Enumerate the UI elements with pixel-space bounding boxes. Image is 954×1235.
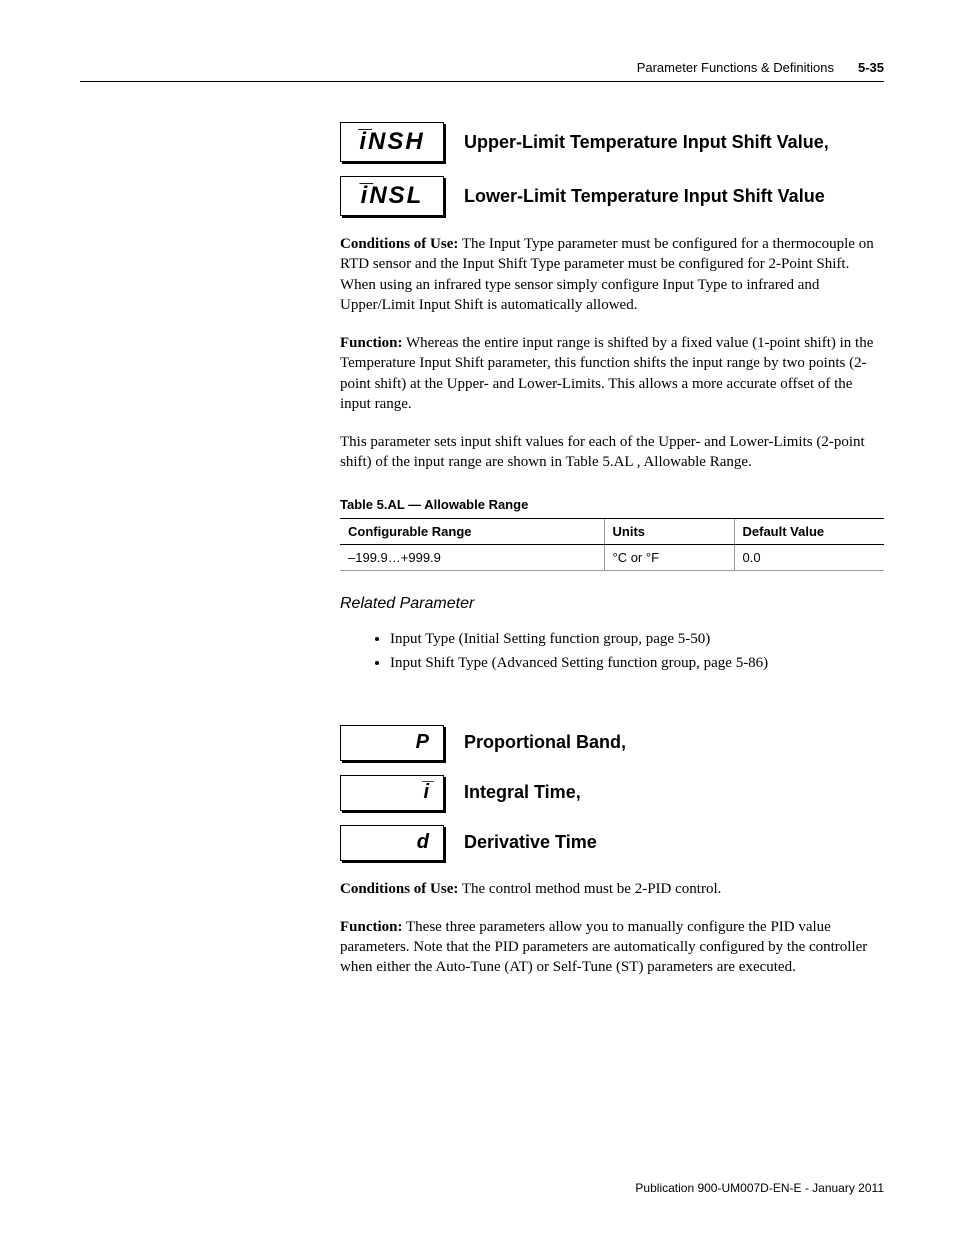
- param-insl-row: i̅NSL Lower-Limit Temperature Input Shif…: [340, 176, 884, 216]
- function-text-2: Function: These three parameters allow y…: [340, 917, 884, 978]
- display-box-i: i̅: [340, 775, 444, 811]
- param-p-row: P Proportional Band,: [340, 725, 884, 761]
- related-parameter-heading: Related Parameter: [340, 595, 884, 613]
- param-title-upper: Upper-Limit Temperature Input Shift Valu…: [464, 132, 829, 153]
- function-text-1: Function: Whereas the entire input range…: [340, 333, 884, 414]
- display-box-insl: i̅NSL: [340, 176, 444, 216]
- param-d-row: d Derivative Time: [340, 825, 884, 861]
- table-caption: Table 5.AL — Allowable Range: [340, 497, 884, 512]
- th-configurable-range: Configurable Range: [340, 518, 604, 544]
- param-title-integral: Integral Time,: [464, 782, 581, 803]
- table-row: –199.9…+999.9 °C or °F 0.0: [340, 544, 884, 570]
- header-section: Parameter Functions & Definitions: [637, 60, 834, 75]
- extra-text-1: This parameter sets input shift values f…: [340, 432, 884, 473]
- param-title-proportional: Proportional Band,: [464, 732, 626, 753]
- conditions-of-use-2: Conditions of Use: The control method mu…: [340, 879, 884, 899]
- page-header: Parameter Functions & Definitions 5-35: [80, 60, 884, 82]
- display-box-d: d: [340, 825, 444, 861]
- list-item: Input Type (Initial Setting function gro…: [390, 627, 884, 651]
- param-i-row: i̅ Integral Time,: [340, 775, 884, 811]
- param-title-derivative: Derivative Time: [464, 832, 597, 853]
- allowable-range-table: Configurable Range Units Default Value –…: [340, 518, 884, 571]
- th-default-value: Default Value: [734, 518, 884, 544]
- page-number: 5-35: [858, 60, 884, 75]
- footer-publication: Publication 900-UM007D-EN-E - January 20…: [635, 1181, 884, 1195]
- related-list: Input Type (Initial Setting function gro…: [390, 627, 884, 675]
- display-box-insh: i̅NSH: [340, 122, 444, 162]
- th-units: Units: [604, 518, 734, 544]
- param-insh-row: i̅NSH Upper-Limit Temperature Input Shif…: [340, 122, 884, 162]
- param-title-lower: Lower-Limit Temperature Input Shift Valu…: [464, 186, 825, 207]
- list-item: Input Shift Type (Advanced Setting funct…: [390, 651, 884, 675]
- conditions-of-use-1: Conditions of Use: The Input Type parame…: [340, 234, 884, 315]
- display-box-p: P: [340, 725, 444, 761]
